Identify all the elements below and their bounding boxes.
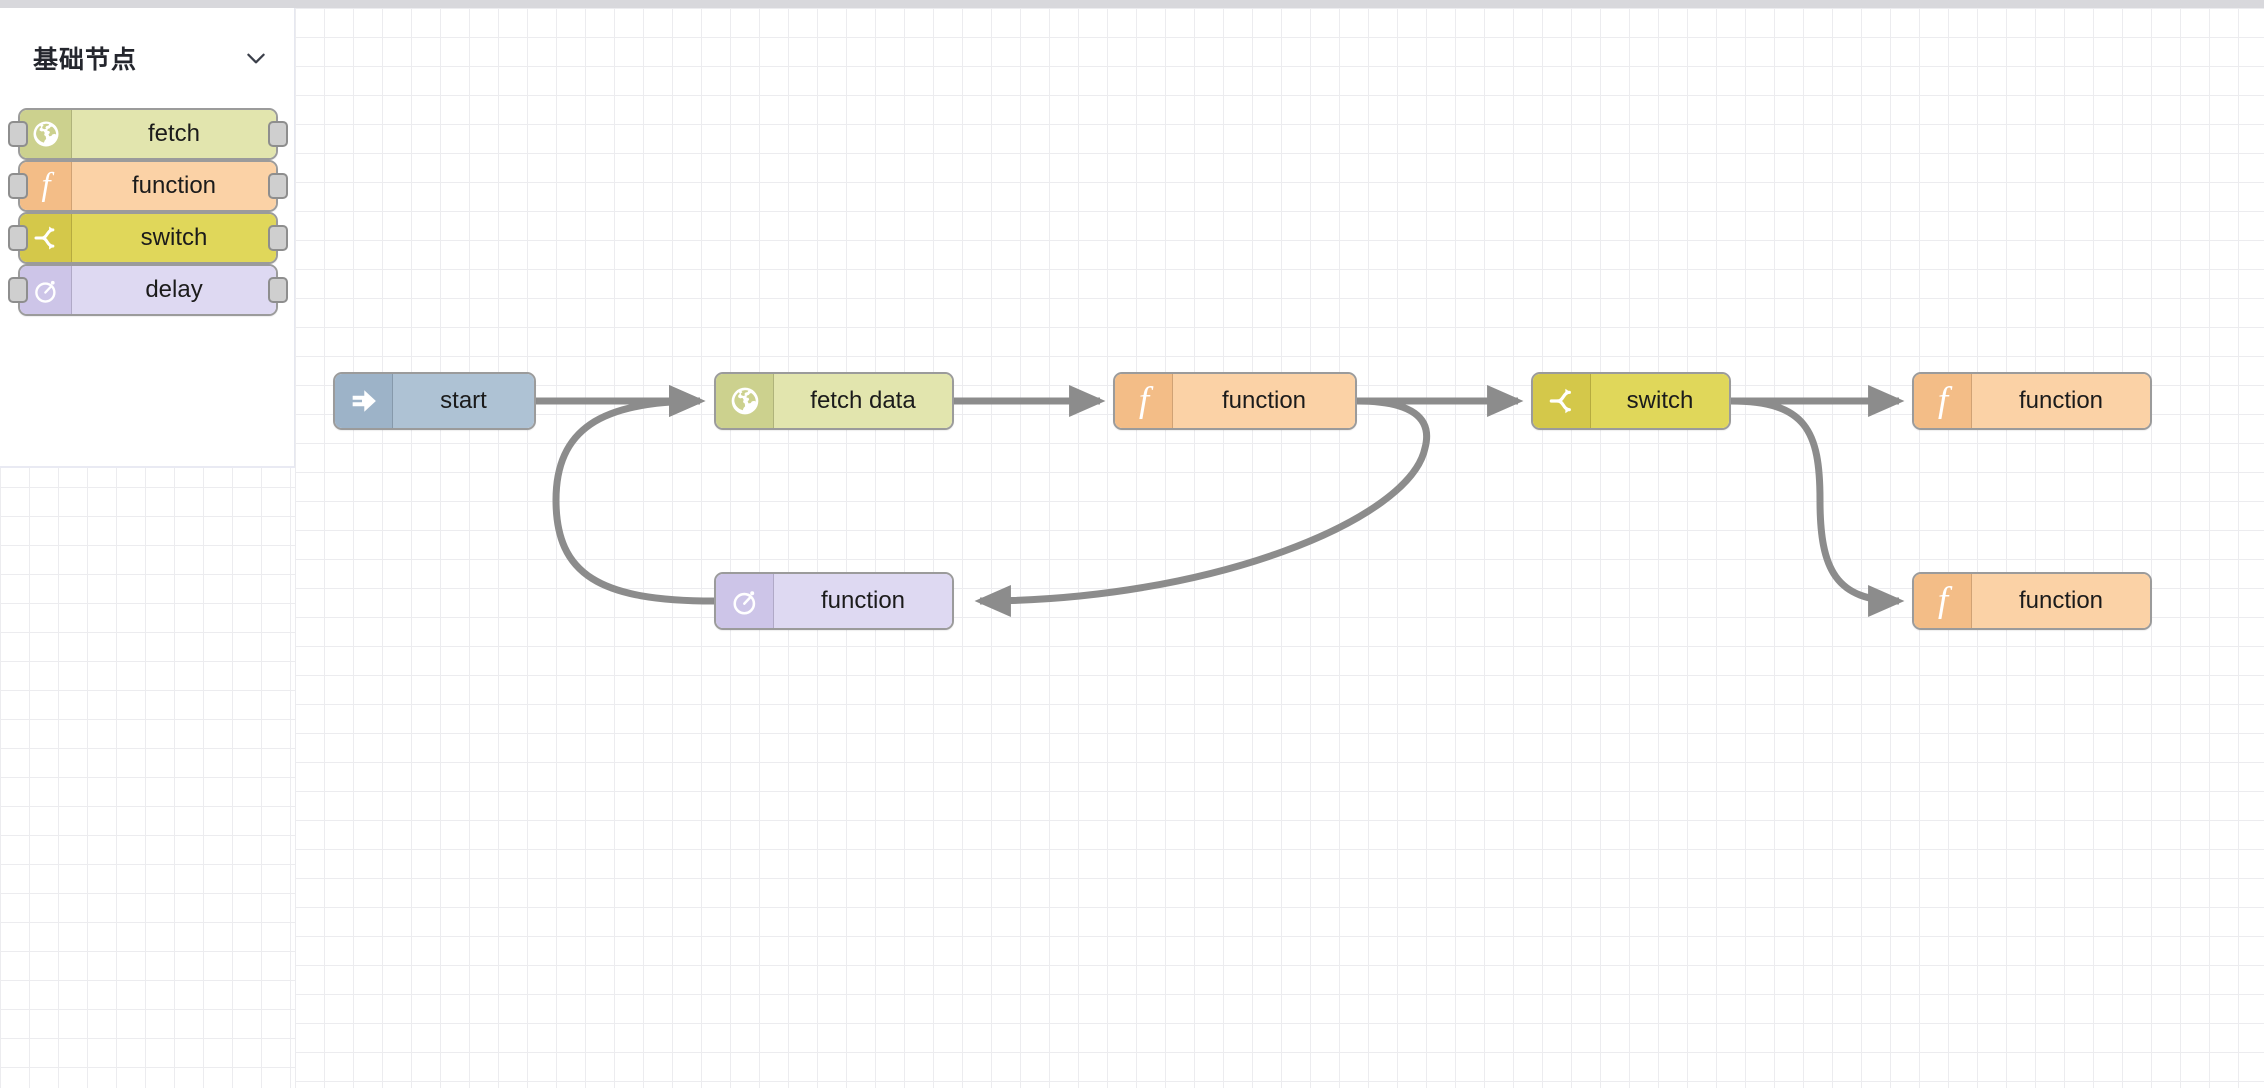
chevron-down-icon[interactable] [243, 45, 269, 71]
palette-port-input-fetch[interactable] [8, 121, 28, 147]
palette-port-input-switch[interactable] [8, 225, 28, 251]
palette-port-input-delay[interactable] [8, 277, 28, 303]
svg-text:f: f [1937, 383, 1952, 419]
palette-port-output-fetch[interactable] [268, 121, 288, 147]
palette-port-output-delay[interactable] [268, 277, 288, 303]
function-f-icon: f [1115, 374, 1173, 428]
flow-node-function-bottom[interactable]: f function [1912, 572, 2152, 630]
window-top-strip [0, 0, 2264, 8]
flow-node-function-1[interactable]: f function [1113, 372, 1357, 430]
palette-item-label: fetch [72, 110, 276, 158]
svg-text:f: f [1937, 583, 1952, 619]
palette-title: 基础节点 [33, 46, 138, 74]
palette-item-label: switch [72, 214, 276, 262]
globe-icon [716, 374, 774, 428]
svg-text:f: f [41, 169, 54, 203]
palette-item-label: delay [72, 266, 276, 314]
flow-canvas[interactable] [295, 8, 2264, 1088]
flow-canvas-lower-left[interactable] [0, 468, 295, 1088]
palette-port-output-switch[interactable] [268, 225, 288, 251]
branch-icon [1533, 374, 1591, 428]
node-palette-sidebar: 基础节点 fetch f function switch delay [0, 8, 295, 468]
flow-node-label: function [1972, 374, 2150, 428]
flow-arrow-icon [335, 374, 393, 428]
function-f-icon: f [1914, 374, 1972, 428]
flow-node-label: fetch data [774, 374, 952, 428]
flow-node-delay-function[interactable]: function [714, 572, 954, 630]
flow-node-switch[interactable]: switch [1531, 372, 1731, 430]
palette-item-function[interactable]: f function [8, 160, 288, 212]
palette-item-fetch[interactable]: fetch [8, 108, 288, 160]
function-f-icon: f [1914, 574, 1972, 628]
flow-node-label: function [1972, 574, 2150, 628]
flow-node-function-top[interactable]: f function [1912, 372, 2152, 430]
svg-text:f: f [1138, 383, 1153, 419]
palette-item-switch[interactable]: switch [8, 212, 288, 264]
flow-editor-app: 基础节点 fetch f function switch delay start… [0, 0, 2264, 1088]
palette-header[interactable]: 基础节点 [0, 8, 295, 108]
palette-port-input-function[interactable] [8, 173, 28, 199]
palette-item-delay[interactable]: delay [8, 264, 288, 316]
flow-node-label: function [774, 574, 952, 628]
timer-icon [716, 574, 774, 628]
flow-node-label: function [1173, 374, 1355, 428]
flow-node-fetch-data[interactable]: fetch data [714, 372, 954, 430]
palette-port-output-function[interactable] [268, 173, 288, 199]
palette-item-label: function [72, 162, 276, 210]
flow-node-label: start [393, 374, 534, 428]
flow-node-start[interactable]: start [333, 372, 536, 430]
flow-node-label: switch [1591, 374, 1729, 428]
